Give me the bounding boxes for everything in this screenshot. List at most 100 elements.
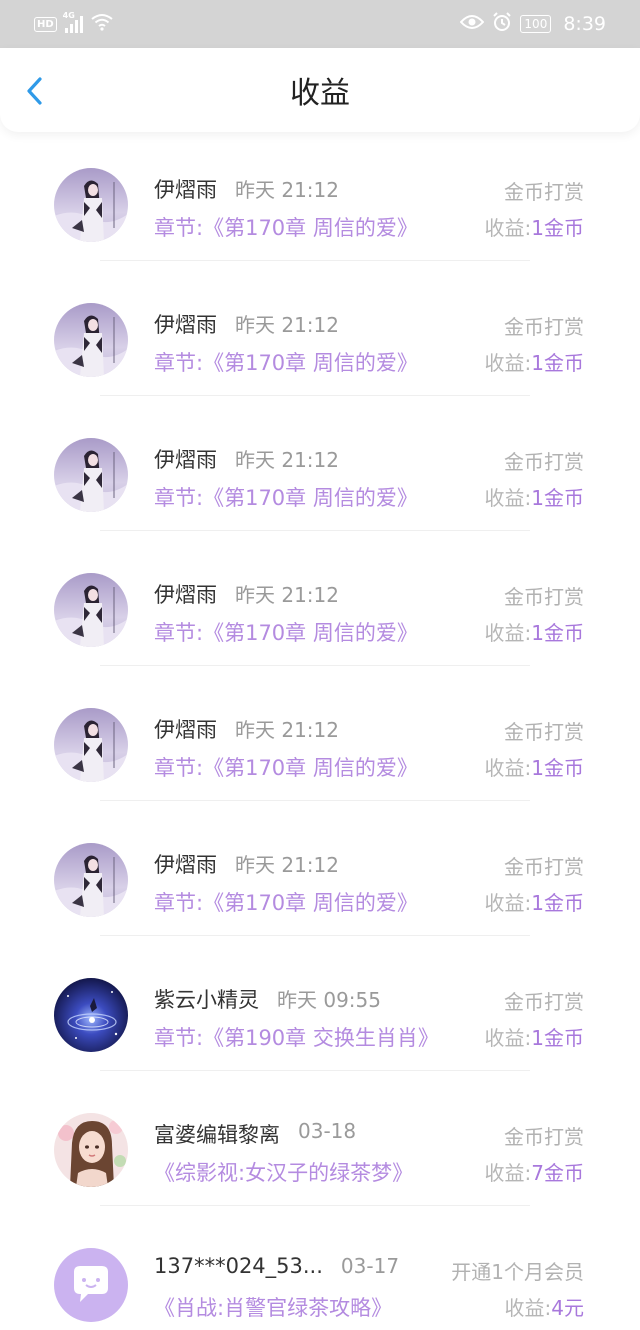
income-type: 金币打赏 [504,855,584,879]
list-item[interactable]: 137***024_53... 03-17 开通1个月会员 《肖战:肖警官绿茶攻… [0,1230,640,1330]
divider [100,395,530,396]
avatar[interactable] [54,843,128,917]
avatar[interactable] [54,1113,128,1187]
income-value: 4元 [551,1296,584,1320]
income-value: 1金币 [531,486,584,510]
avatar[interactable] [54,1248,128,1322]
chapter-info: 章节:《第190章 交换生肖肖》 [154,1022,439,1052]
income-type: 开通1个月会员 [451,1260,584,1284]
chapter-info: 章节:《第170章 周信的爱》 [154,482,418,512]
user-name: 伊熠雨 [154,313,217,337]
income-label: 收益: [484,1026,532,1050]
chapter-info: 《肖战:肖警官绿茶攻略》 [154,1292,392,1322]
chat-bubble-avatar-icon [54,1248,128,1322]
income-info: 收益:1金币 [485,212,584,241]
girl-avatar-icon [54,843,128,917]
girl-avatar-icon [54,573,128,647]
chapter-title: 《第190章 交换生肖肖》 [203,1026,439,1050]
timestamp: 昨天 21:12 [235,583,339,607]
list-item[interactable]: 伊熠雨 昨天 21:12 金币打赏 章节:《第170章 周信的爱》 收益:1金币 [0,555,640,690]
girl-avatar-icon [54,303,128,377]
list-item[interactable]: 伊熠雨 昨天 21:12 金币打赏 章节:《第170章 周信的爱》 收益:1金币 [0,420,640,555]
chapter-title: 《第170章 周信的爱》 [203,486,418,510]
chapter-info: 章节:《第170章 周信的爱》 [154,887,418,917]
timestamp: 昨天 21:12 [235,448,339,472]
page-header: 收益 [0,48,640,132]
status-bar: HD 4G 100 8:39 [0,0,640,48]
income-value: 1金币 [531,756,584,780]
status-right: 100 8:39 [460,11,606,37]
income-label: 收益: [484,1161,532,1185]
list-item[interactable]: 伊熠雨 昨天 21:12 金币打赏 章节:《第170章 周信的爱》 收益:1金币 [0,825,640,960]
timestamp: 昨天 21:12 [235,718,339,742]
avatar[interactable] [54,438,128,512]
timestamp: 03-17 [340,1254,400,1278]
wifi-icon [91,13,113,35]
income-label: 收益: [484,486,532,510]
list-item[interactable]: 富婆编辑黎离 03-18 金币打赏 《综影视:女汉子的绿茶梦》 收益:7金币 [0,1095,640,1230]
income-value: 1金币 [531,216,584,240]
divider [100,665,530,666]
income-label: 收益: [484,216,532,240]
income-info: 收益:1金币 [485,752,584,781]
eye-icon [460,14,485,35]
list-item[interactable]: 伊熠雨 昨天 21:12 金币打赏 章节:《第170章 周信的爱》 收益:1金币 [0,690,640,825]
alarm-icon [492,11,512,37]
chapter-title: 《肖战:肖警官绿茶攻略》 [154,1296,393,1320]
income-value: 1金币 [531,891,584,915]
income-type: 金币打赏 [504,585,584,609]
battery-icon: 100 [520,15,552,33]
chapter-label: 章节: [154,756,204,780]
income-type: 金币打赏 [504,450,584,474]
back-button[interactable] [22,76,50,106]
income-info: 收益:1金币 [485,887,584,916]
chapter-label: 章节: [154,621,204,645]
income-label: 收益: [504,1296,552,1320]
chevron-left-icon [27,77,42,105]
clock-time: 8:39 [563,13,606,35]
income-label: 收益: [484,756,532,780]
chapter-title: 《第170章 周信的爱》 [203,756,418,780]
chapter-label: 章节: [154,486,204,510]
girl-avatar-icon [54,708,128,782]
income-type: 金币打赏 [504,990,584,1014]
income-type: 金币打赏 [504,720,584,744]
status-left: HD 4G [34,11,113,35]
list-item[interactable]: 伊熠雨 昨天 21:12 金币打赏 章节:《第170章 周信的爱》 收益:1金币 [0,150,640,285]
chapter-info: 章节:《第170章 周信的爱》 [154,212,418,242]
woman-avatar-icon [54,1113,128,1187]
signal-icon: 4G [63,11,83,33]
list-item[interactable]: 紫云小精灵 昨天 09:55 金币打赏 章节:《第190章 交换生肖肖》 收益:… [0,960,640,1095]
divider [100,260,530,261]
divider [100,1070,530,1071]
divider [100,530,530,531]
divider [100,1205,530,1206]
chapter-info: 章节:《第170章 周信的爱》 [154,347,418,377]
girl-avatar-icon [54,168,128,242]
page-title: 收益 [290,76,350,111]
income-type: 金币打赏 [504,180,584,204]
avatar[interactable] [54,978,128,1052]
income-value: 1金币 [531,351,584,375]
divider [100,800,530,801]
avatar[interactable] [54,708,128,782]
user-name: 伊熠雨 [154,178,217,202]
chapter-label: 章节: [154,351,204,375]
avatar[interactable] [54,303,128,377]
avatar[interactable] [54,573,128,647]
timestamp: 昨天 21:12 [235,178,339,202]
avatar[interactable] [54,168,128,242]
income-type: 金币打赏 [504,315,584,339]
chapter-title: 《第170章 周信的爱》 [203,891,418,915]
user-name: 伊熠雨 [154,853,217,877]
income-info: 收益:7金币 [485,1157,584,1186]
timestamp: 昨天 21:12 [235,853,339,877]
list-item[interactable]: 伊熠雨 昨天 21:12 金币打赏 章节:《第170章 周信的爱》 收益:1金币 [0,285,640,420]
user-name: 伊熠雨 [154,448,217,472]
timestamp: 03-18 [298,1119,357,1143]
income-type: 金币打赏 [504,1125,584,1149]
chapter-info: 章节:《第170章 周信的爱》 [154,617,418,647]
income-label: 收益: [484,621,532,645]
timestamp: 昨天 21:12 [235,313,339,337]
chapter-title: 《第170章 周信的爱》 [203,621,418,645]
